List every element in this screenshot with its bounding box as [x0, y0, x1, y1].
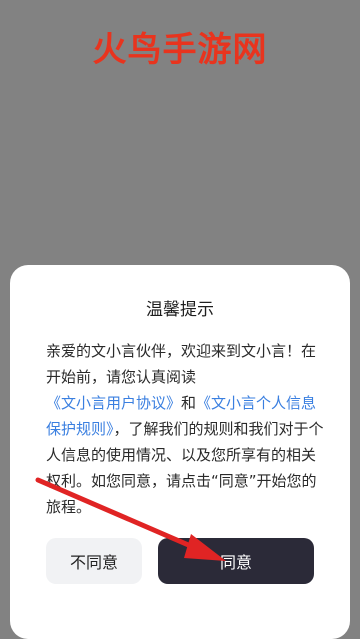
dialog-title: 温馨提示 [146, 300, 214, 320]
body-intro-text: 亲爱的文小言伙伴，欢迎来到文小言！在开始前，请您认真阅读 [46, 342, 317, 386]
body-and-text: 和 [181, 394, 197, 412]
dialog-buttons: 不同意 同意 [46, 538, 314, 584]
user-agreement-link[interactable]: 《文小言用户协议》 [46, 394, 181, 412]
accept-button[interactable]: 同意 [158, 538, 314, 584]
decline-button[interactable]: 不同意 [46, 538, 142, 584]
watermark-logo-text: 火鸟手游网 [92, 30, 268, 70]
dialog-body: 亲爱的文小言伙伴，欢迎来到文小言！在开始前，请您认真阅读《文小言用户协议》和《文… [46, 338, 326, 520]
consent-dialog: 温馨提示 亲爱的文小言伙伴，欢迎来到文小言！在开始前，请您认真阅读《文小言用户协… [10, 265, 350, 639]
